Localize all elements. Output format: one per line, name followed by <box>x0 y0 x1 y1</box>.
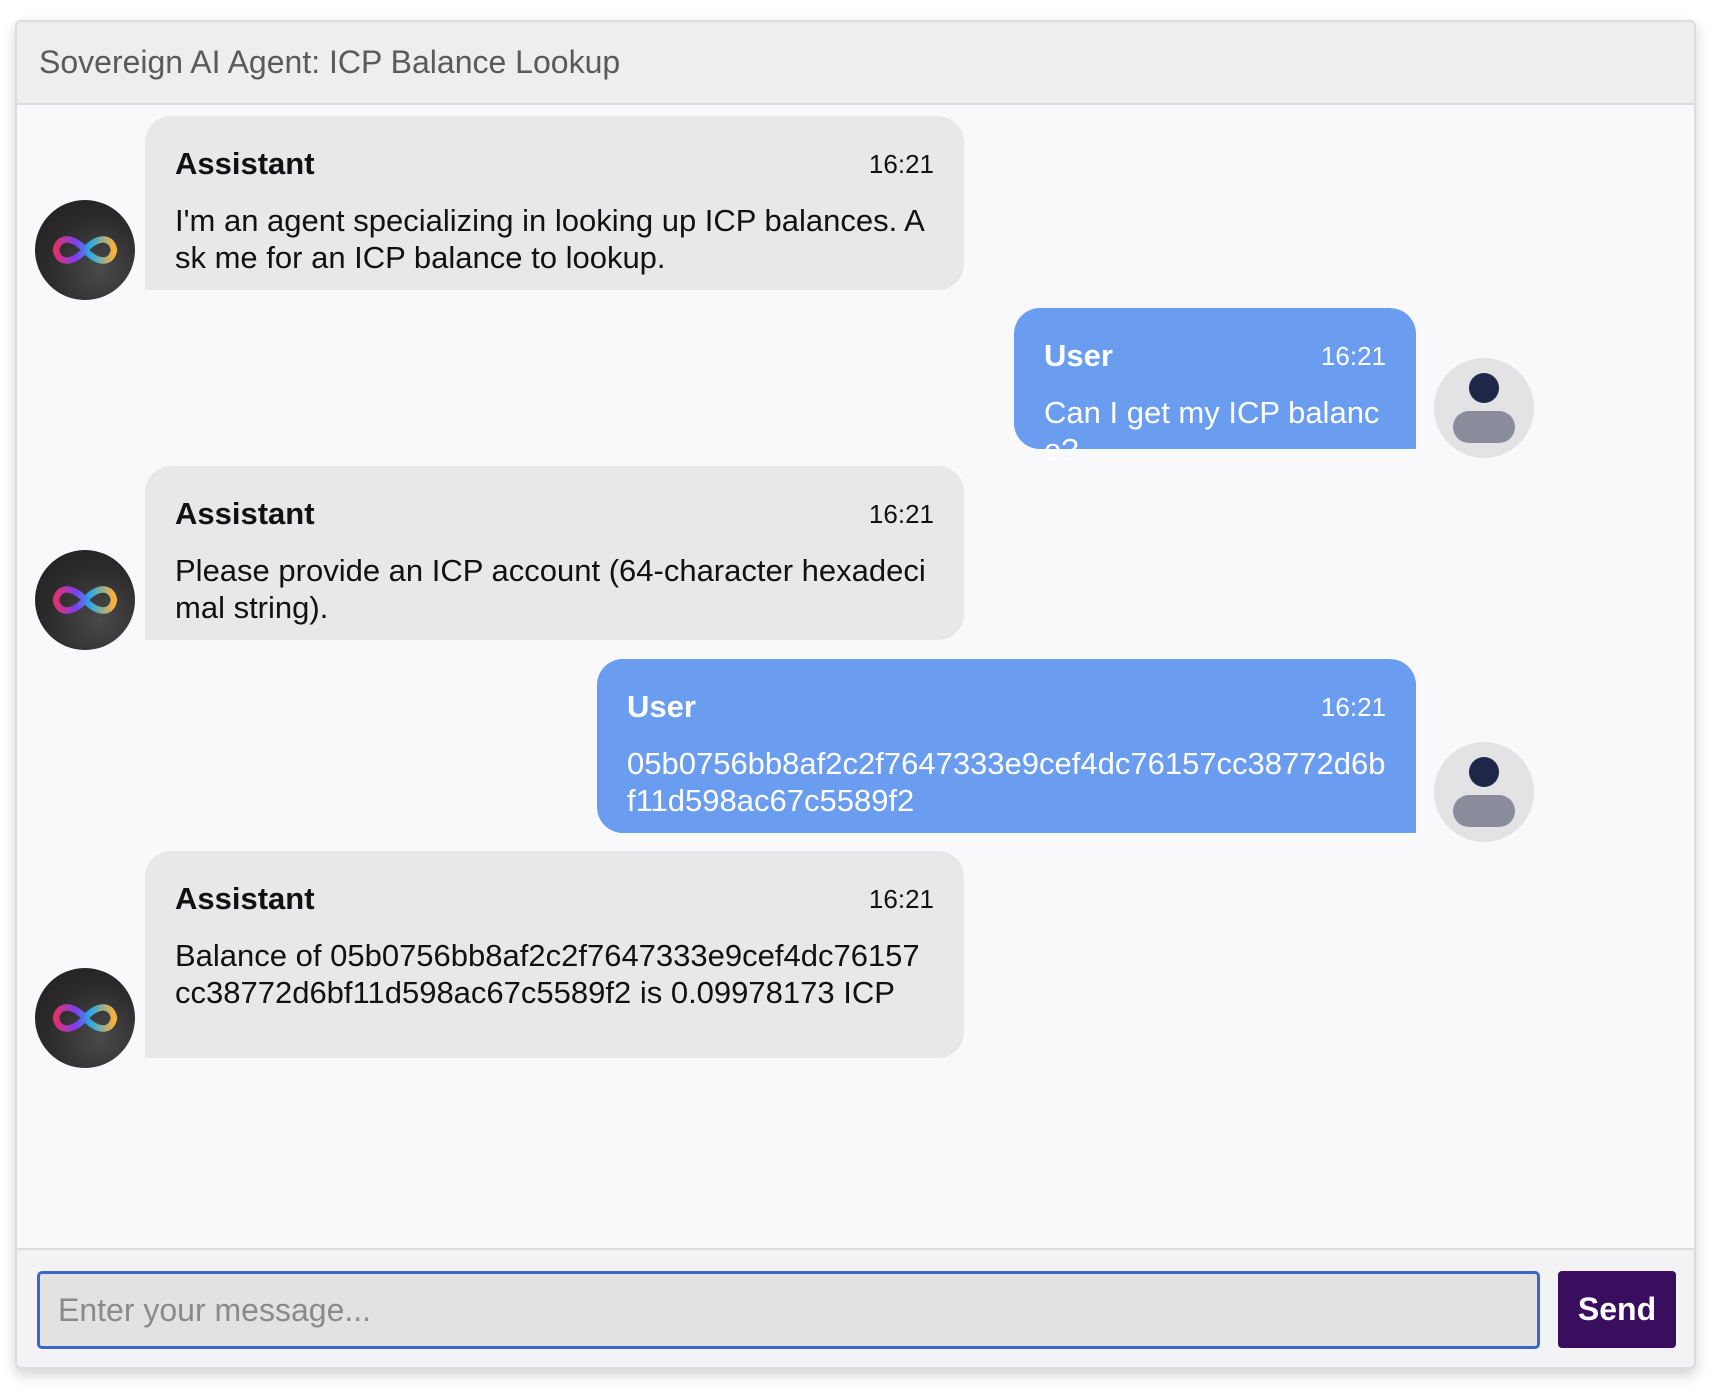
message-sender: Assistant <box>175 881 315 916</box>
message-composer: Send <box>17 1248 1694 1367</box>
user-silhouette-icon <box>1453 373 1515 443</box>
message-input[interactable] <box>37 1271 1540 1349</box>
chat-header: Sovereign AI Agent: ICP Balance Lookup <box>17 22 1694 105</box>
message-timestamp: 16:21 <box>868 498 934 529</box>
user-avatar <box>1434 742 1534 842</box>
message-sender: Assistant <box>175 496 315 531</box>
assistant-avatar <box>35 968 135 1068</box>
message-text: Balance of 05b0756bb8af2c2f7647333e9cef4… <box>175 938 920 1010</box>
send-button[interactable]: Send <box>1558 1271 1676 1348</box>
message-text: 05b0756bb8af2c2f7647333e9cef4dc76157cc38… <box>627 746 1386 818</box>
message-sender: User <box>627 689 696 724</box>
message-list[interactable]: Assistant 16:21 I'm an agent specializin… <box>17 105 1694 1269</box>
user-message: User 16:21 Can I get my ICP balance? <box>1014 308 1416 467</box>
assistant-avatar <box>35 550 135 650</box>
message-timestamp: 16:21 <box>868 148 934 179</box>
chat-window: Sovereign AI Agent: ICP Balance Lookup A… <box>15 20 1696 1369</box>
message-timestamp: 16:21 <box>1320 340 1386 371</box>
chat-title: Sovereign AI Agent: ICP Balance Lookup <box>39 44 621 80</box>
message-timestamp: 16:21 <box>1320 691 1386 722</box>
user-avatar <box>1434 358 1534 458</box>
message-text: I'm an agent specializing in looking up … <box>175 203 925 275</box>
message-sender: Assistant <box>175 146 315 181</box>
message-text: Can I get my ICP balance? <box>1044 395 1380 467</box>
user-message: User 16:21 05b0756bb8af2c2f7647333e9cef4… <box>597 659 1416 833</box>
assistant-message: Assistant 16:21 I'm an agent specializin… <box>145 116 964 290</box>
icp-infinity-logo-icon <box>52 1004 118 1032</box>
user-silhouette-icon <box>1453 757 1515 827</box>
assistant-avatar <box>35 200 135 300</box>
icp-infinity-logo-icon <box>52 586 118 614</box>
icp-infinity-logo-icon <box>52 236 118 264</box>
assistant-message: Assistant 16:21 Balance of 05b0756bb8af2… <box>145 851 964 1058</box>
assistant-message: Assistant 16:21 Please provide an ICP ac… <box>145 466 964 640</box>
message-text: Please provide an ICP account (64-charac… <box>175 553 926 625</box>
message-sender: User <box>1044 338 1113 373</box>
message-timestamp: 16:21 <box>868 883 934 914</box>
